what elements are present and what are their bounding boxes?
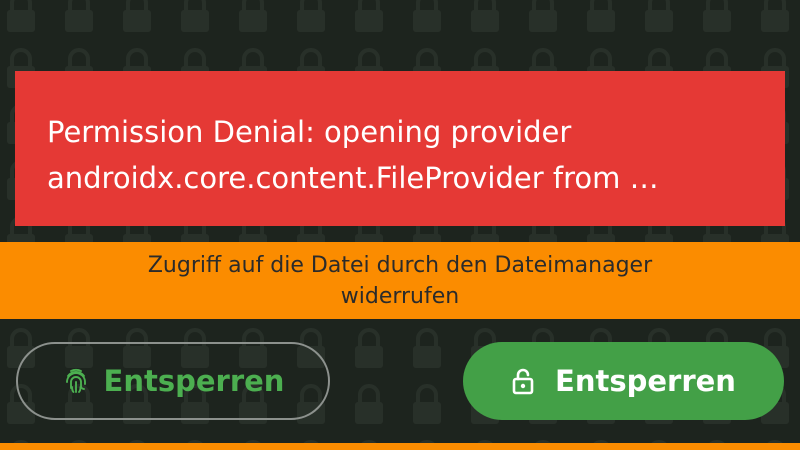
fingerprint-unlock-button[interactable]: Entsperren: [16, 342, 330, 420]
info-message: Zugriff auf die Datei durch den Dateiman…: [147, 252, 653, 309]
fingerprint-icon: [62, 367, 90, 395]
error-banner: Permission Denial: opening provider andr…: [15, 71, 785, 226]
lock-open-icon: [511, 367, 535, 395]
error-message-line-2: androidx.core.content.FileProvider from …: [47, 161, 659, 195]
unlock-label: Entsperren: [555, 364, 736, 398]
bottom-accent-strip: [0, 443, 800, 450]
unlock-button[interactable]: Entsperren: [463, 342, 784, 420]
fingerprint-unlock-label: Entsperren: [103, 364, 285, 398]
error-message-line-1: Permission Denial: opening provider: [47, 115, 572, 149]
info-bar: Zugriff auf die Datei durch den Dateiman…: [0, 242, 800, 319]
